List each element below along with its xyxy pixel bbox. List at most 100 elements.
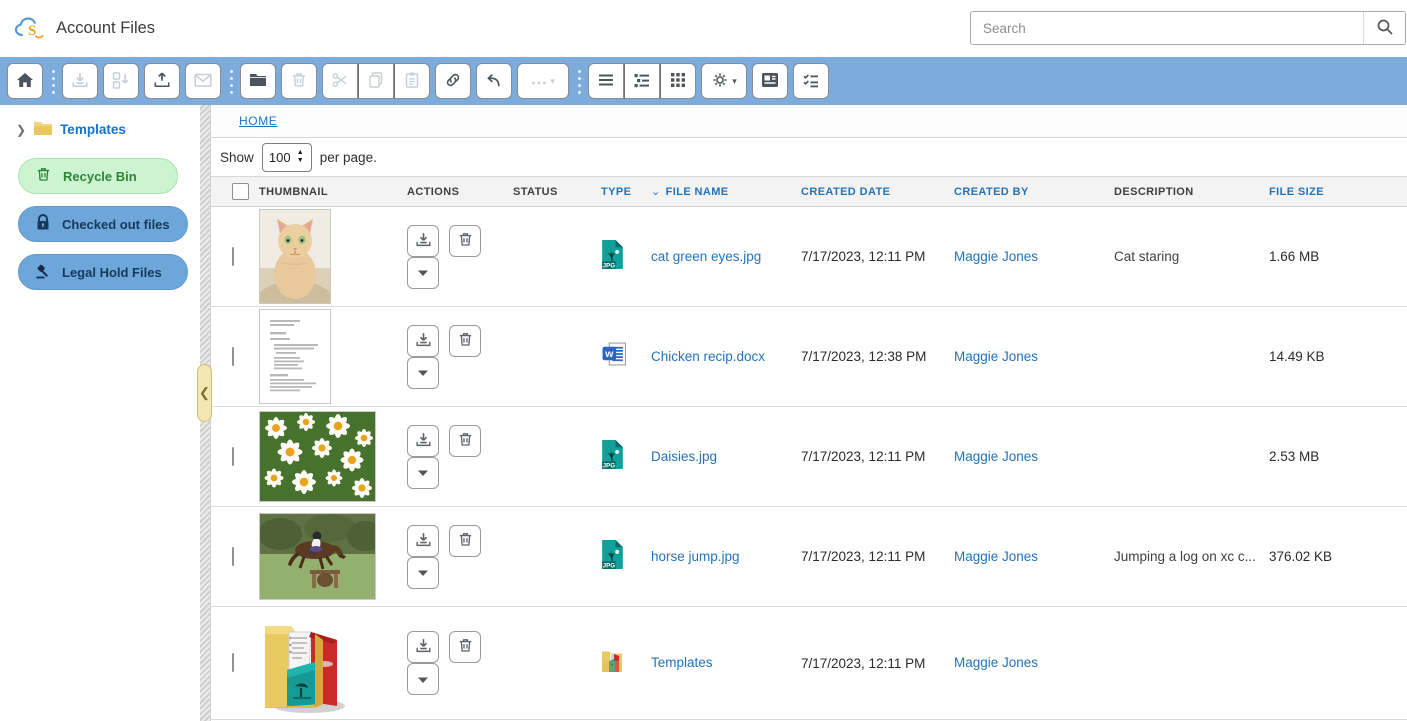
more-actions-button[interactable]: ▾ xyxy=(517,63,569,99)
trash-icon xyxy=(290,71,308,92)
file-name-link[interactable]: Templates xyxy=(651,655,713,670)
grid-view-button[interactable] xyxy=(660,63,696,99)
column-header-description: DESCRIPTION xyxy=(1114,186,1269,198)
file-name-link[interactable]: horse jump.jpg xyxy=(651,549,740,564)
column-header-file-name[interactable]: ⌄ FILE NAME xyxy=(651,185,801,198)
cat-photo-thumbnail[interactable] xyxy=(259,209,331,304)
created-by-link[interactable]: Maggie Jones xyxy=(954,655,1038,670)
search-button[interactable] xyxy=(1363,12,1405,44)
row-delete-button[interactable] xyxy=(449,325,481,357)
folder-graphic-thumbnail[interactable] xyxy=(259,612,351,714)
top-bar: S Account Files xyxy=(0,0,1407,57)
created-by-link[interactable]: Maggie Jones xyxy=(954,549,1038,564)
row-actions xyxy=(407,525,513,589)
download-icon xyxy=(415,231,432,251)
link-button[interactable] xyxy=(435,63,471,99)
row-delete-button[interactable] xyxy=(449,631,481,663)
cloud-s-logo-icon: S xyxy=(14,16,46,42)
table-row: Chicken recip.docx 7/17/2023, 12:38 PM M… xyxy=(211,307,1407,407)
file-type-cell xyxy=(601,439,651,474)
body: ❯ Templates Recycle Bin Checked out file… xyxy=(0,105,1407,721)
row-download-button[interactable] xyxy=(407,631,439,663)
row-more-button[interactable] xyxy=(407,257,439,289)
chevron-left-icon: ❮ xyxy=(199,385,210,401)
new-folder-button[interactable] xyxy=(240,63,276,99)
sidebar-item-legal-hold-files[interactable]: Legal Hold Files xyxy=(18,254,188,290)
search-input[interactable] xyxy=(971,12,1363,44)
toolbar-separator xyxy=(51,66,56,96)
stepper-up-icon[interactable]: ▲ xyxy=(297,149,304,157)
page-size-stepper: ▲ ▼ xyxy=(262,143,312,172)
chevron-right-icon[interactable]: ❯ xyxy=(16,123,26,137)
upload-icon xyxy=(153,71,171,92)
column-header-created-by[interactable]: CREATED BY xyxy=(954,186,1114,198)
row-more-button[interactable] xyxy=(407,663,439,695)
created-by-link[interactable]: Maggie Jones xyxy=(954,349,1038,364)
toolbar-separator xyxy=(577,66,582,96)
row-more-button[interactable] xyxy=(407,357,439,389)
page-size-input[interactable] xyxy=(263,149,297,166)
delete-button[interactable] xyxy=(281,63,317,99)
paste-button[interactable] xyxy=(394,63,430,99)
sidebar-item-templates[interactable]: ❯ Templates xyxy=(0,113,200,146)
file-name-link[interactable]: cat green eyes.jpg xyxy=(651,249,761,264)
sidebar: ❯ Templates Recycle Bin Checked out file… xyxy=(0,105,200,721)
splitter-collapse-handle[interactable]: ❮ xyxy=(197,364,212,422)
row-checkbox[interactable] xyxy=(232,447,234,466)
row-checkbox[interactable] xyxy=(232,653,234,672)
row-delete-button[interactable] xyxy=(449,225,481,257)
row-download-button[interactable] xyxy=(407,425,439,457)
settings-button[interactable]: ▾ xyxy=(701,63,747,99)
sidebar-item-checked-out-files[interactable]: Checked out files xyxy=(18,206,188,242)
list-view-button[interactable] xyxy=(588,63,624,99)
column-header-created-date[interactable]: CREATED DATE xyxy=(801,186,954,198)
row-checkbox[interactable] xyxy=(232,247,234,266)
sidebar-item-recycle-bin[interactable]: Recycle Bin xyxy=(18,158,178,194)
row-delete-button[interactable] xyxy=(449,525,481,557)
column-header-file-size[interactable]: FILE SIZE xyxy=(1269,186,1407,198)
daisies-photo-thumbnail[interactable] xyxy=(259,411,376,502)
sidebar-splitter[interactable]: ❮ xyxy=(200,105,210,721)
column-header-type[interactable]: TYPE xyxy=(601,186,651,198)
row-download-button[interactable] xyxy=(407,525,439,557)
lock-icon xyxy=(35,214,51,234)
dropdown-caret-icon xyxy=(417,465,429,480)
folder-file-icon xyxy=(601,648,623,673)
download-button[interactable] xyxy=(62,63,98,99)
email-button[interactable] xyxy=(185,63,221,99)
upload-button[interactable] xyxy=(144,63,180,99)
home-button[interactable] xyxy=(7,63,43,99)
file-size-cell: 2.53 MB xyxy=(1269,449,1407,464)
created-date-cell: 7/17/2023, 12:11 PM xyxy=(801,656,954,671)
select-all-checkbox[interactable] xyxy=(232,183,249,200)
row-checkbox[interactable] xyxy=(232,547,234,566)
checklist-view-button[interactable] xyxy=(793,63,829,99)
chevron-down-icon: ▾ xyxy=(550,77,555,86)
stepper-down-icon[interactable]: ▼ xyxy=(297,157,304,165)
card-view-button[interactable] xyxy=(752,63,788,99)
horse-photo-thumbnail[interactable] xyxy=(259,513,376,600)
detail-view-button[interactable] xyxy=(624,63,660,99)
row-more-button[interactable] xyxy=(407,557,439,589)
file-name-link[interactable]: Daisies.jpg xyxy=(651,449,717,464)
copy-button[interactable] xyxy=(358,63,394,99)
created-by-link[interactable]: Maggie Jones xyxy=(954,249,1038,264)
download-icon xyxy=(71,71,89,92)
file-name-link[interactable]: Chicken recip.docx xyxy=(651,349,765,364)
row-download-button[interactable] xyxy=(407,225,439,257)
undo-button[interactable] xyxy=(476,63,512,99)
magnifier-icon xyxy=(1376,18,1394,39)
table-row: Templates 7/17/2023, 12:11 PM Maggie Jon… xyxy=(211,607,1407,720)
trash-icon xyxy=(457,431,474,451)
file-size-cell: 14.49 KB xyxy=(1269,349,1407,364)
row-delete-button[interactable] xyxy=(449,425,481,457)
row-download-button[interactable] xyxy=(407,325,439,357)
row-checkbox[interactable] xyxy=(232,347,234,366)
cut-button[interactable] xyxy=(322,63,358,99)
created-by-link[interactable]: Maggie Jones xyxy=(954,449,1038,464)
document-preview-thumbnail[interactable] xyxy=(259,309,331,404)
trash-icon xyxy=(457,231,474,251)
row-more-button[interactable] xyxy=(407,457,439,489)
breadcrumb-home-link[interactable]: HOME xyxy=(239,114,277,128)
bulk-download-button[interactable] xyxy=(103,63,139,99)
